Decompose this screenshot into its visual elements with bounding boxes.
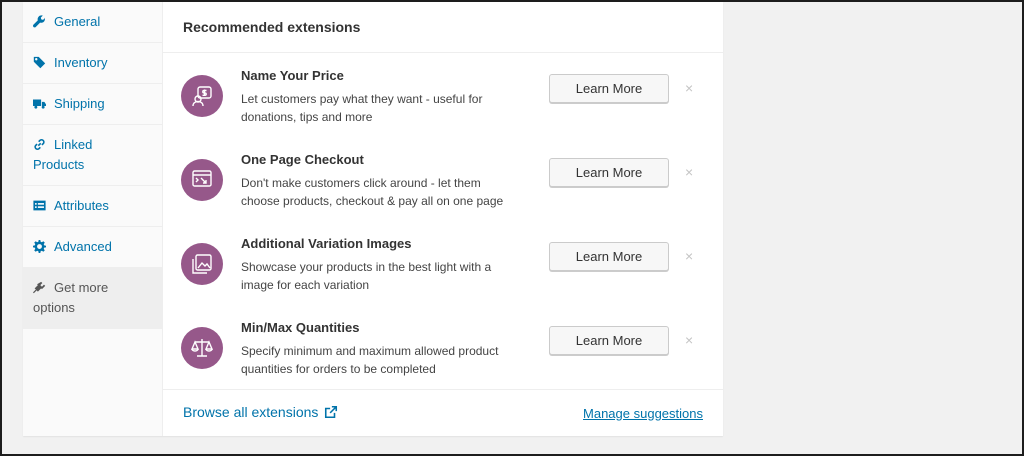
plug-icon (33, 281, 54, 294)
browse-all-extensions-label: Browse all extensions (183, 404, 319, 420)
tab-advanced-label: Advanced (54, 239, 112, 254)
tab-inventory[interactable]: Inventory (23, 43, 162, 84)
product-data-tabs: General Inventory Shipping Linked Produc… (23, 2, 163, 436)
dismiss-icon[interactable]: × (685, 80, 693, 96)
extension-title: Additional Variation Images (241, 236, 412, 251)
list-icon (33, 199, 54, 212)
tab-get-more-options[interactable]: Get more options (23, 268, 162, 329)
link-icon (33, 138, 54, 151)
recommended-extensions-section: Recommended extensions Name Your Price L… (163, 2, 723, 436)
extension-description-line-2: quantities for orders to be completed (241, 362, 436, 376)
tab-linked-products-label-2: Products (33, 157, 85, 172)
dismiss-icon[interactable]: × (685, 248, 693, 264)
extension-title: Min/Max Quantities (241, 320, 360, 335)
truck-icon (33, 97, 54, 110)
tab-general[interactable]: General (23, 2, 162, 43)
extension-item: One Page Checkout Don't make customers c… (181, 138, 703, 222)
learn-more-button[interactable]: Learn More (549, 326, 669, 355)
learn-more-button[interactable]: Learn More (549, 158, 669, 187)
browse-all-extensions-link[interactable]: Browse all extensions (183, 404, 338, 420)
extension-item: Additional Variation Images Showcase you… (181, 222, 703, 306)
product-data-panel: General Inventory Shipping Linked Produc… (23, 2, 723, 436)
section-title: Recommended extensions (163, 2, 723, 53)
extension-description-line-1: Showcase your products in the best light… (241, 260, 492, 274)
extensions-footer: Browse all extensions Manage suggestions (163, 389, 723, 436)
min-max-quantities-icon (181, 327, 223, 369)
variation-images-icon (181, 243, 223, 285)
tab-advanced[interactable]: Advanced (23, 227, 162, 268)
tab-attributes-label: Attributes (54, 198, 109, 213)
tab-get-more-options-label: Get more (54, 280, 109, 295)
extension-description: Let customers pay what they want - usefu… (241, 90, 531, 126)
external-link-icon (325, 405, 338, 419)
extension-description-line-2: donations, tips and more (241, 110, 373, 124)
extension-description-line-2: image for each variation (241, 278, 370, 292)
extension-description-line-2: choose products, checkout & pay all on o… (241, 194, 504, 208)
extension-description: Specify minimum and maximum allowed prod… (241, 342, 531, 378)
manage-suggestions-link[interactable]: Manage suggestions (583, 406, 703, 421)
dismiss-icon[interactable]: × (685, 164, 693, 180)
extension-item: Min/Max Quantities Specify minimum and m… (181, 306, 703, 390)
extension-item: Name Your Price Let customers pay what t… (181, 54, 703, 138)
learn-more-button[interactable]: Learn More (549, 74, 669, 103)
extension-title: Name Your Price (241, 68, 344, 83)
wrench-icon (33, 15, 54, 28)
tab-shipping[interactable]: Shipping (23, 84, 162, 125)
tab-get-more-options-label-2: options (33, 300, 75, 315)
dismiss-icon[interactable]: × (685, 332, 693, 348)
tag-icon (33, 56, 54, 69)
gear-icon (33, 240, 54, 253)
extension-description-line-1: Let customers pay what they want - usefu… (241, 92, 483, 106)
tab-attributes[interactable]: Attributes (23, 186, 162, 227)
name-your-price-icon (181, 75, 223, 117)
tab-general-label: General (54, 14, 101, 29)
tab-inventory-label: Inventory (54, 55, 108, 70)
learn-more-button[interactable]: Learn More (549, 242, 669, 271)
extension-description: Showcase your products in the best light… (241, 258, 531, 294)
one-page-checkout-icon (181, 159, 223, 201)
tab-linked-products[interactable]: Linked Products (23, 125, 162, 186)
extension-description-line-1: Don't make customers click around - let … (241, 176, 481, 190)
tab-linked-products-label: Linked (54, 137, 93, 152)
extension-description: Don't make customers click around - let … (241, 174, 531, 210)
tab-shipping-label: Shipping (54, 96, 105, 111)
extension-description-line-1: Specify minimum and maximum allowed prod… (241, 344, 499, 358)
extension-title: One Page Checkout (241, 152, 364, 167)
